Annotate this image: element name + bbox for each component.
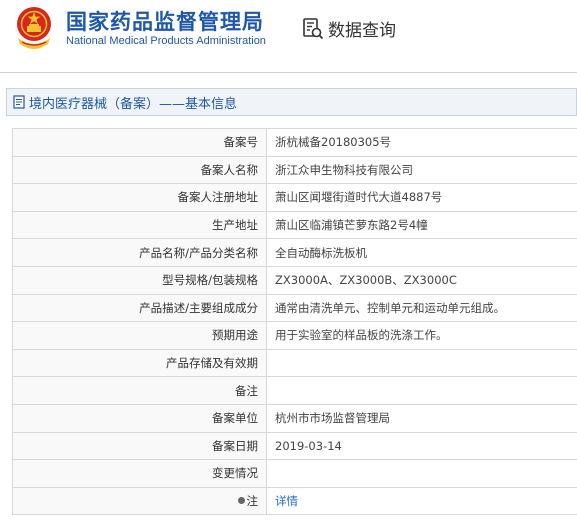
table-row: 备案人注册地址 萧山区闻堰街道时代大道4887号 xyxy=(12,183,577,212)
header-divider xyxy=(0,72,577,73)
field-value xyxy=(266,348,577,378)
field-value: 萧山区闻堰街道时代大道4887号 xyxy=(266,183,577,212)
field-value: 通常由清洗单元、控制单元和运动单元组成。 xyxy=(266,293,577,323)
pin-icon xyxy=(237,497,245,505)
table-row: 备案单位 杭州市市场监督管理局 xyxy=(12,403,577,433)
field-label: 预期用途 xyxy=(12,321,267,350)
record-detail-table: 备案号 浙杭械备20180305号 备案人名称 浙江众申生物科技有限公司 备案人… xyxy=(12,128,577,516)
brand-name-en: National Medical Products Administration xyxy=(66,35,266,47)
document-icon xyxy=(13,95,25,109)
field-label: 备案日期 xyxy=(12,431,267,461)
data-query-label: 数据查询 xyxy=(328,21,396,41)
table-row: 产品存储及有效期 xyxy=(12,348,577,378)
table-row: 产品描述/主要组成成分 通常由清洗单元、控制单元和运动单元组成。 xyxy=(12,293,577,323)
field-label: 备案人名称 xyxy=(12,155,267,185)
table-row: 备注 xyxy=(12,376,577,405)
field-value xyxy=(266,376,577,405)
field-value: 浙江众申生物科技有限公司 xyxy=(266,155,577,185)
document-search-icon xyxy=(303,17,324,39)
field-value: ZX3000A、ZX3000B、ZX3000C xyxy=(266,265,577,295)
national-emblem-icon xyxy=(17,7,51,49)
field-label: 注 xyxy=(246,494,259,509)
field-value xyxy=(266,459,577,488)
section-title-bar: 境内医疗器械（备案）——基本信息 xyxy=(6,88,577,116)
field-value: 用于实验室的样品板的洗涤工作。 xyxy=(266,321,577,350)
table-row: 注 详情 xyxy=(12,486,577,516)
field-label: 备案人注册地址 xyxy=(12,183,267,212)
table-row: 备案号 浙杭械备20180305号 xyxy=(12,128,577,157)
table-row: 型号规格/包装规格 ZX3000A、ZX3000B、ZX3000C xyxy=(12,265,577,295)
field-label: 备案号 xyxy=(12,128,267,157)
table-row: 预期用途 用于实验室的样品板的洗涤工作。 xyxy=(12,321,577,350)
field-value: 杭州市市场监督管理局 xyxy=(266,403,577,433)
site-header: 国家药品监督管理局 National Medical Products Admi… xyxy=(0,0,577,58)
field-label: 型号规格/包装规格 xyxy=(12,265,267,295)
data-query-link[interactable]: 数据查询 xyxy=(302,16,396,41)
field-label: 产品名称/产品分类名称 xyxy=(12,238,267,267)
table-row: 变更情况 xyxy=(12,459,577,488)
field-value: 全自动酶标洗板机 xyxy=(266,238,577,267)
field-label: 备案单位 xyxy=(12,403,267,433)
note-label-cell: 注 xyxy=(12,486,267,516)
field-value: 浙杭械备20180305号 xyxy=(266,128,577,157)
field-value: 萧山区临浦镇芒萝东路2号4幢 xyxy=(266,210,577,240)
field-label: 生产地址 xyxy=(12,210,267,240)
table-row: 备案日期 2019-03-14 xyxy=(12,431,577,461)
field-label: 产品存储及有效期 xyxy=(12,348,267,378)
field-label: 备注 xyxy=(12,376,267,405)
field-value: 2019-03-14 xyxy=(266,431,577,461)
field-label: 产品描述/主要组成成分 xyxy=(12,293,267,323)
section-title: 境内医疗器械（备案）——基本信息 xyxy=(29,96,238,112)
table-row: 备案人名称 浙江众申生物科技有限公司 xyxy=(12,155,577,185)
table-row: 生产地址 萧山区临浦镇芒萝东路2号4幢 xyxy=(12,210,577,240)
brand-name-cn: 国家药品监督管理局 xyxy=(66,10,264,34)
field-label: 变更情况 xyxy=(12,459,267,488)
table-row: 产品名称/产品分类名称 全自动酶标洗板机 xyxy=(12,238,577,267)
details-link[interactable]: 详情 xyxy=(266,486,577,516)
